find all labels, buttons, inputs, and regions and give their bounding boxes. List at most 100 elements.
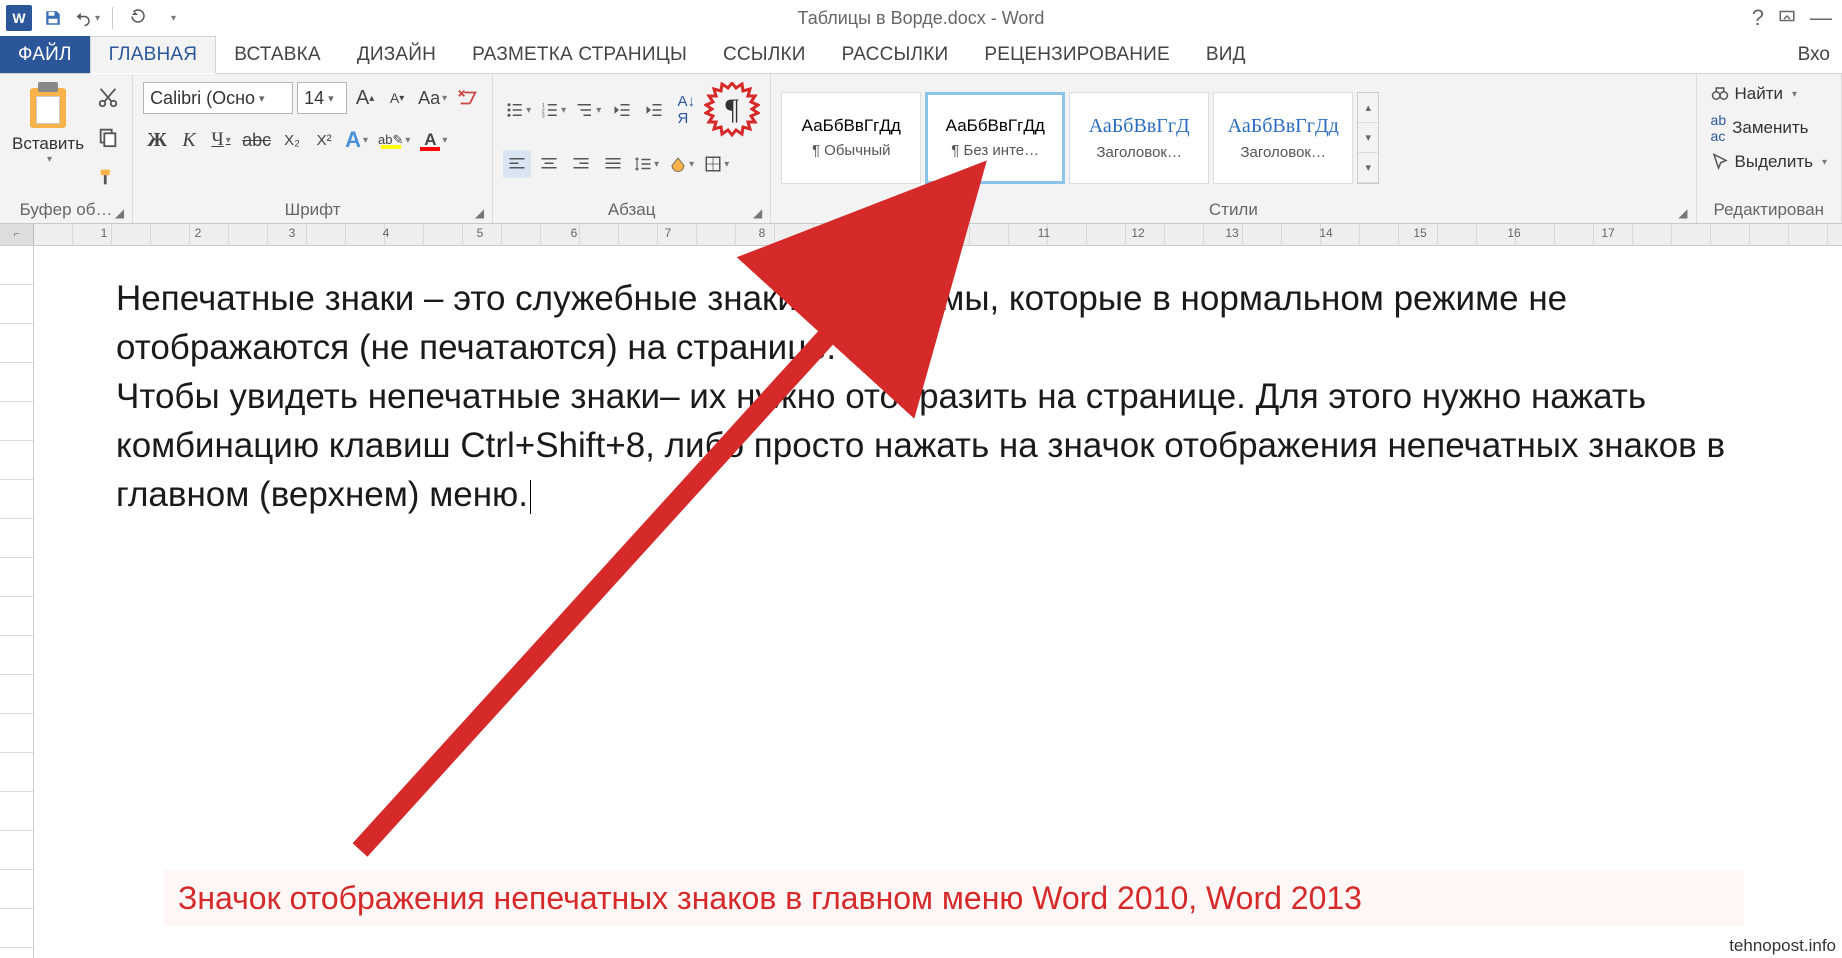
numbering-button[interactable]: 123 [538, 96, 569, 124]
group-editing-label: Редактирован [1713, 200, 1824, 220]
annotation-text: Значок отображения непечатных знаков в г… [178, 880, 1362, 917]
bullets-button[interactable] [503, 96, 534, 124]
undo-button[interactable]: ▾ [74, 5, 100, 31]
replace-icon: abac [1711, 112, 1727, 144]
style-normal[interactable]: АаБбВвГгДд ¶ Обычный [781, 92, 921, 184]
change-case-button[interactable]: Aa [415, 84, 450, 112]
group-font: Calibri (Осно▾ 14▾ A▴ A▾ Aa Ж К Ч abc X₂… [133, 74, 493, 223]
clear-formatting-button[interactable] [454, 84, 482, 112]
group-paragraph: 123 А↓Я ¶ [493, 74, 771, 223]
align-justify-button[interactable] [599, 150, 627, 178]
window-title: Таблицы в Ворде.docx - Word [798, 8, 1045, 29]
sort-button[interactable]: А↓Я [672, 96, 700, 124]
styles-launcher[interactable]: ◢ [1678, 206, 1687, 220]
paste-label: Вставить [12, 134, 84, 154]
help-button[interactable]: ? [1752, 5, 1764, 31]
styles-scroll-up[interactable]: ▴ [1358, 93, 1378, 123]
font-size-combo[interactable]: 14▾ [297, 82, 347, 114]
group-styles-label: Стили [1209, 200, 1258, 220]
style-preview: АаБбВвГгДд [946, 116, 1045, 136]
multilevel-list-button[interactable] [573, 96, 604, 124]
cursor-icon [1711, 153, 1729, 171]
style-no-spacing[interactable]: АаБбВвГгДд ¶ Без инте… [925, 92, 1065, 184]
select-button[interactable]: Выделить▾ [1711, 152, 1827, 172]
font-launcher[interactable]: ◢ [475, 206, 484, 220]
increase-indent-button[interactable] [640, 96, 668, 124]
superscript-button[interactable]: X² [310, 126, 338, 154]
find-button[interactable]: Найти▾ [1711, 84, 1827, 104]
styles-scroll: ▴ ▾ ▾ [1357, 92, 1379, 184]
tab-file[interactable]: ФАЙЛ [0, 36, 90, 73]
decrease-indent-button[interactable] [608, 96, 636, 124]
font-name-combo[interactable]: Calibri (Осно▾ [143, 82, 293, 114]
copy-button[interactable] [94, 124, 122, 150]
cut-button[interactable] [94, 85, 122, 111]
annotation-caption: Значок отображения непечатных знаков в г… [164, 870, 1744, 926]
tab-view[interactable]: ВИД [1188, 36, 1264, 73]
tab-references[interactable]: ССЫЛКИ [705, 36, 824, 73]
style-name: ¶ Обычный [812, 142, 891, 159]
pilcrow-icon: ¶ [725, 93, 739, 127]
strikethrough-button[interactable]: abc [239, 126, 274, 154]
align-left-button[interactable] [503, 150, 531, 178]
bold-button[interactable]: Ж [143, 126, 171, 154]
styles-expand[interactable]: ▾ [1358, 153, 1378, 183]
word-icon: W [6, 5, 32, 31]
tab-insert[interactable]: ВСТАВКА [216, 36, 339, 73]
style-name: ¶ Без инте… [951, 142, 1039, 159]
title-bar: W ▾ ▾ Таблицы в Ворде.docx - Word ? — [0, 0, 1842, 36]
show-hide-marks-button[interactable]: ¶ [704, 82, 760, 138]
minimize-button[interactable]: — [1810, 5, 1832, 31]
line-spacing-button[interactable] [631, 150, 662, 178]
find-label: Найти [1735, 84, 1784, 104]
tab-layout[interactable]: РАЗМЕТКА СТРАНИЦЫ [454, 36, 705, 73]
style-name: Заголовок… [1240, 144, 1326, 161]
group-font-label: Шрифт [285, 200, 341, 220]
paste-dropdown[interactable]: ▾ [47, 154, 52, 165]
shading-button[interactable] [666, 150, 697, 178]
sign-in[interactable]: Вхо [1786, 36, 1842, 73]
replace-button[interactable]: abac Заменить [1711, 112, 1827, 144]
ruler-horizontal[interactable]: ⌐ 1234567891011121314151617 [0, 224, 1842, 246]
select-label: Выделить [1735, 152, 1813, 172]
document-text[interactable]: Непечатные знаки – это служебные знаки п… [116, 274, 1742, 519]
svg-text:3: 3 [542, 114, 545, 120]
font-color-button[interactable]: A [417, 126, 450, 154]
paragraph-2: Чтобы увидеть непечатные знаки– их нужно… [116, 372, 1742, 519]
paragraph-launcher[interactable]: ◢ [753, 206, 762, 220]
style-heading2[interactable]: АаБбВвГгДд Заголовок… [1213, 92, 1353, 184]
styles-scroll-down[interactable]: ▾ [1358, 123, 1378, 153]
align-right-button[interactable] [567, 150, 595, 178]
tab-review[interactable]: РЕЦЕНЗИРОВАНИЕ [966, 36, 1188, 73]
subscript-button[interactable]: X₂ [278, 126, 306, 154]
ribbon-tabs: ФАЙЛ ГЛАВНАЯ ВСТАВКА ДИЗАЙН РАЗМЕТКА СТР… [0, 36, 1842, 74]
italic-button[interactable]: К [175, 126, 203, 154]
tab-design[interactable]: ДИЗАЙН [339, 36, 454, 73]
text-effects-button[interactable]: A [342, 126, 371, 154]
align-center-button[interactable] [535, 150, 563, 178]
ruler-vertical[interactable] [0, 246, 34, 958]
save-button[interactable] [40, 5, 66, 31]
style-preview: АаБбВвГгДд [802, 116, 901, 136]
style-preview: АаБбВвГгДд [1228, 114, 1339, 138]
qat-separator [112, 7, 113, 29]
format-painter-button[interactable] [94, 164, 122, 190]
tab-home[interactable]: ГЛАВНАЯ [90, 36, 217, 74]
redo-button[interactable] [125, 5, 151, 31]
text-cursor [530, 480, 531, 514]
borders-button[interactable] [701, 150, 732, 178]
document-area[interactable]: Непечатные знаки – это служебные знаки п… [34, 246, 1842, 958]
paste-button[interactable]: Вставить ▾ [6, 78, 90, 197]
underline-button[interactable]: Ч [207, 126, 235, 154]
clipboard-launcher[interactable]: ◢ [115, 206, 124, 220]
highlight-button[interactable]: ab✎ [375, 126, 413, 154]
grow-font-button[interactable]: A▴ [351, 84, 379, 112]
group-clipboard: Вставить ▾ Буфер об…◢ [0, 74, 133, 223]
tab-mailings[interactable]: РАССЫЛКИ [824, 36, 967, 73]
qat-customize[interactable]: ▾ [159, 5, 185, 31]
style-preview: АаБбВвГгД [1089, 114, 1190, 138]
shrink-font-button[interactable]: A▾ [383, 84, 411, 112]
quick-access-toolbar: W ▾ ▾ [0, 5, 185, 31]
style-heading1[interactable]: АаБбВвГгД Заголовок… [1069, 92, 1209, 184]
ribbon-options-button[interactable] [1778, 5, 1796, 31]
